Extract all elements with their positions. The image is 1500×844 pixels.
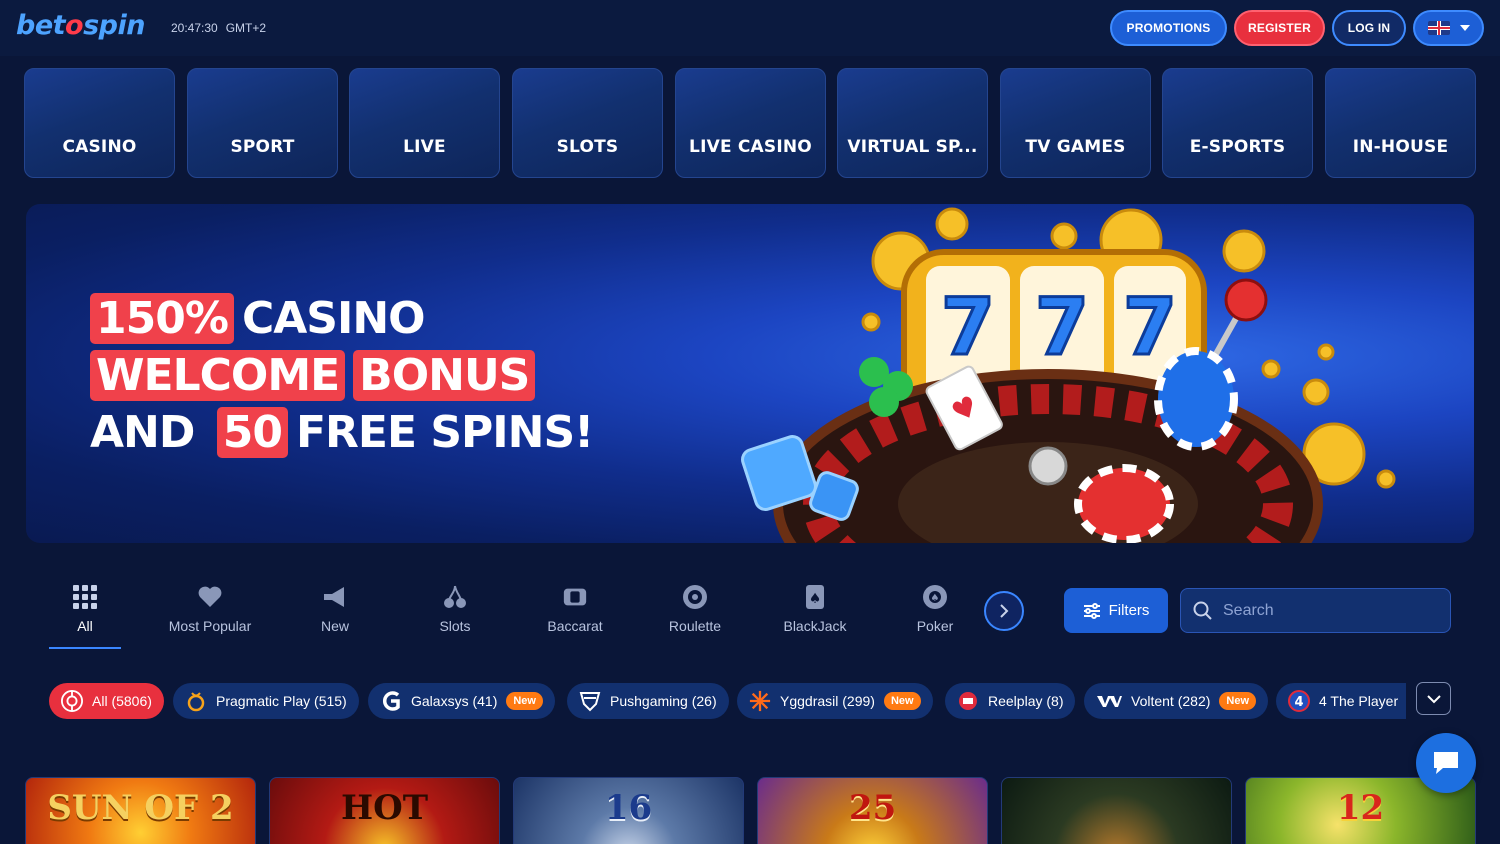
svg-text:♠: ♠ (931, 593, 940, 604)
clock-time: 20:47:30 (171, 21, 218, 35)
tab-poker[interactable]: ♠ Poker (875, 584, 995, 634)
game-card[interactable]: SUN OF 2 (25, 777, 256, 844)
reelplay-icon (957, 690, 979, 712)
grid-icon (72, 584, 98, 610)
category-live-casino[interactable]: LIVE CASINO (675, 68, 826, 178)
language-selector[interactable] (1413, 10, 1484, 46)
game-card[interactable]: 16 (513, 777, 744, 844)
top-bar: betospin 20:47:30 GMT+2 PROMOTIONS REGIST… (0, 0, 1500, 56)
poker-chip-icon: ♠ (922, 584, 948, 610)
yggdrasil-icon (749, 690, 771, 712)
category-live[interactable]: LIVE (349, 68, 500, 178)
svg-text:7: 7 (941, 283, 995, 373)
chat-bubble-icon (1434, 752, 1458, 774)
pragmatic-play-icon (185, 690, 207, 712)
roulette-icon (682, 584, 708, 610)
register-button[interactable]: REGISTER (1234, 10, 1325, 46)
search-box[interactable] (1180, 588, 1451, 633)
category-in-house[interactable]: IN-HOUSE (1325, 68, 1476, 178)
new-badge: New (883, 692, 921, 710)
provider-chip-reelplay[interactable]: Reelplay (8) (945, 683, 1076, 719)
chevron-down-icon (1426, 694, 1441, 703)
tab-baccarat[interactable]: Baccarat (515, 584, 635, 634)
tab-blackjack[interactable]: ♠ BlackJack (755, 584, 875, 634)
provider-chip-pushgaming[interactable]: Pushgaming (26) (567, 683, 729, 719)
category-tv-games[interactable]: TV GAMES (1000, 68, 1151, 178)
roulette-icon (61, 690, 83, 712)
promotions-button[interactable]: PROMOTIONS (1110, 10, 1227, 46)
voltent-icon (1096, 690, 1122, 712)
spade-card-icon: ♠ (802, 584, 828, 610)
tabs-next-button[interactable] (984, 591, 1024, 631)
tab-slots[interactable]: Slots (395, 584, 515, 634)
filters-button[interactable]: Filters (1064, 588, 1168, 633)
tab-new[interactable]: New (275, 584, 395, 634)
megaphone-icon (322, 584, 348, 610)
cherry-icon (442, 584, 468, 610)
slot-machine-illustration: 7 7 7 ♥ (741, 207, 1396, 543)
provider-chip-4-the-player[interactable]: 4 4 The Player (1276, 683, 1406, 719)
expand-providers-button[interactable] (1416, 682, 1451, 715)
provider-chip-voltent[interactable]: Voltent (282) New (1084, 683, 1269, 719)
login-button[interactable]: LOG IN (1332, 10, 1406, 46)
category-slots[interactable]: SLOTS (512, 68, 663, 178)
game-title: 16 (604, 788, 653, 828)
game-title: 25 (848, 788, 897, 828)
chevron-right-icon (1000, 604, 1009, 618)
tab-roulette[interactable]: Roulette (635, 584, 755, 634)
game-card[interactable]: 25 (757, 777, 988, 844)
category-casino[interactable]: CASINO (24, 68, 175, 178)
svg-text:7: 7 (1035, 283, 1089, 373)
live-chat-button[interactable] (1416, 733, 1476, 793)
promo-banner[interactable]: 150% CASINO WELCOME BONUS AND 50 FREE SPINS… (26, 204, 1474, 543)
provider-chip-all[interactable]: All (5806) (49, 683, 164, 719)
uk-flag-icon (1427, 21, 1450, 35)
provider-chip-galaxsys[interactable]: Galaxsys (41) New (368, 683, 555, 719)
search-icon (1193, 601, 1212, 620)
new-badge: New (1219, 692, 1257, 710)
category-esports[interactable]: E-SPORTS (1162, 68, 1313, 178)
game-title: 12 (1336, 788, 1385, 828)
svg-text:♠: ♠ (809, 591, 822, 607)
galaxsys-icon (380, 690, 402, 712)
heart-icon (197, 584, 223, 610)
svg-text:4: 4 (1294, 695, 1303, 710)
provider-chip-yggdrasil[interactable]: Yggdrasil (299) New (737, 683, 933, 719)
sliders-icon (1083, 602, 1100, 619)
game-card[interactable] (1001, 777, 1232, 844)
category-sport[interactable]: SPORT (187, 68, 338, 178)
clock: 20:47:30 GMT+2 (171, 21, 274, 35)
tab-most-popular[interactable]: Most Popular (150, 584, 270, 634)
search-input[interactable] (1223, 601, 1423, 620)
betospin-logo[interactable]: betospin (16, 10, 145, 41)
pushgaming-icon (579, 690, 601, 712)
cards-icon (562, 584, 588, 610)
game-title: SUN OF 2 (47, 788, 234, 828)
tab-all[interactable]: All (25, 584, 145, 634)
active-tab-indicator (49, 647, 121, 649)
clock-timezone: GMT+2 (225, 21, 267, 35)
category-virtual-sports[interactable]: VIRTUAL SP... (837, 68, 988, 178)
chevron-down-icon (1459, 25, 1470, 31)
4-the-player-icon: 4 (1288, 690, 1310, 712)
new-badge: New (506, 692, 543, 710)
provider-chip-pragmatic-play[interactable]: Pragmatic Play (515) (173, 683, 359, 719)
game-title: HOT (340, 788, 429, 828)
game-card[interactable]: HOT (269, 777, 500, 844)
